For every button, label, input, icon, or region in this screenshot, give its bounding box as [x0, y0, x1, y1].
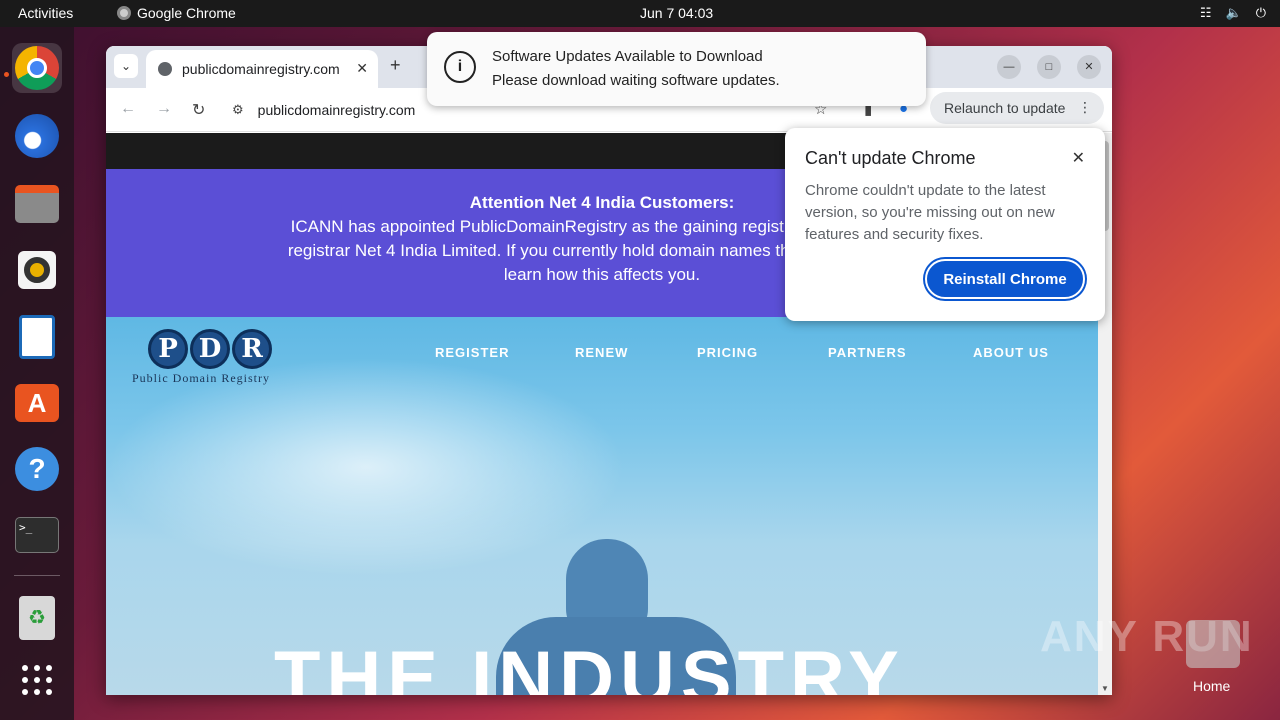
app-name: Google Chrome [137, 5, 236, 21]
reload-button[interactable]: ↻ [192, 100, 205, 120]
logo-letter: P [148, 329, 188, 369]
relaunch-to-update-button[interactable]: Relaunch to update ⋮ [930, 92, 1104, 124]
site-info-icon[interactable]: ⚙ [232, 102, 244, 118]
tab-active[interactable]: publicdomainregistry.com ✕ [146, 50, 378, 88]
nav-about-us[interactable]: ABOUT US [973, 345, 1049, 360]
hero-section: P D R Public Domain Registry REGISTER RE… [106, 317, 1098, 695]
help-icon: ? [15, 447, 59, 491]
tab-title: publicdomainregistry.com [182, 61, 340, 77]
site-icon [158, 62, 172, 76]
cloud-graphic [106, 357, 626, 577]
close-icon[interactable]: ✕ [1072, 148, 1085, 168]
maximize-button[interactable]: □ [1037, 55, 1061, 79]
top-bar: Activities Google Chrome Jun 7 04:03 ☷ 🔈… [0, 0, 1280, 27]
back-button[interactable]: ← [120, 100, 136, 118]
clock[interactable]: Jun 7 04:03 [640, 5, 713, 21]
dock-thunderbird[interactable] [12, 111, 62, 161]
dock: A ? >_ ♻ [0, 27, 74, 720]
reinstall-chrome-button[interactable]: Reinstall Chrome [925, 259, 1085, 299]
writer-icon [19, 315, 55, 359]
dock-trash[interactable]: ♻ [12, 593, 62, 643]
activities-button[interactable]: Activities [18, 5, 73, 21]
url-text[interactable]: publicdomainregistry.com [258, 102, 416, 118]
system-notification[interactable]: i Software Updates Available to Download… [427, 32, 926, 106]
info-icon: i [444, 51, 476, 83]
power-icon[interactable]: ⏻ [1256, 5, 1266, 21]
forward-button[interactable]: → [156, 100, 172, 118]
volume-icon[interactable]: 🔈 [1226, 5, 1242, 21]
terminal-icon: >_ [15, 517, 59, 553]
scroll-down-icon[interactable]: ▼ [1101, 684, 1109, 693]
nav-pricing[interactable]: PRICING [697, 345, 758, 360]
site-logo[interactable]: P D R Public Domain Registry [132, 329, 272, 386]
files-icon [15, 185, 59, 223]
minimize-button[interactable]: — [997, 55, 1021, 79]
dock-help[interactable]: ? [12, 444, 62, 494]
nav-renew[interactable]: RENEW [575, 345, 628, 360]
logo-subtitle: Public Domain Registry [132, 371, 270, 385]
new-tab-button[interactable]: + [390, 55, 401, 76]
thunderbird-icon [15, 114, 59, 158]
dock-chrome[interactable] [12, 43, 62, 93]
dock-writer[interactable] [12, 312, 62, 362]
nav-register[interactable]: REGISTER [435, 345, 509, 360]
home-folder-label: Home [1193, 678, 1231, 694]
notification-body: Please download waiting software updates… [492, 72, 780, 89]
home-folder-icon[interactable] [1186, 620, 1240, 668]
dialog-title: Can't update Chrome [805, 148, 976, 168]
chrome-icon [15, 46, 59, 90]
close-window-button[interactable]: ✕ [1077, 55, 1101, 79]
nav-partners[interactable]: PARTNERS [828, 345, 907, 360]
running-indicator [4, 72, 9, 77]
trash-icon: ♻ [19, 596, 55, 640]
dock-show-apps[interactable] [12, 655, 62, 705]
network-icon[interactable]: ☷ [1200, 5, 1212, 21]
grid-icon [22, 665, 52, 695]
dialog-body: Chrome couldn't update to the latest ver… [805, 182, 1055, 243]
dock-separator [14, 575, 60, 576]
dock-files[interactable] [12, 179, 62, 229]
notification-title: Software Updates Available to Download [492, 48, 763, 65]
dock-rhythmbox[interactable] [12, 245, 62, 295]
system-tray[interactable]: ☷ 🔈 ⏻ [1200, 5, 1266, 21]
tab-search-button[interactable]: ⌄ [114, 54, 138, 78]
dock-app-center[interactable]: A [12, 378, 62, 428]
dock-terminal[interactable]: >_ [12, 510, 62, 560]
app-menu[interactable]: Google Chrome [117, 5, 236, 21]
logo-letter: D [190, 329, 230, 369]
update-error-dialog: Can't update Chrome ✕ Chrome couldn't up… [785, 128, 1105, 321]
chrome-icon [117, 6, 131, 20]
relaunch-label: Relaunch to update [944, 100, 1066, 116]
tab-close-icon[interactable]: ✕ [356, 60, 368, 77]
app-center-icon: A [15, 384, 59, 422]
logo-letter: R [232, 329, 272, 369]
hero-headline: THE INDUSTRY [274, 636, 905, 695]
menu-kebab-icon[interactable]: ⋮ [1078, 99, 1092, 116]
rhythmbox-icon [18, 251, 56, 289]
